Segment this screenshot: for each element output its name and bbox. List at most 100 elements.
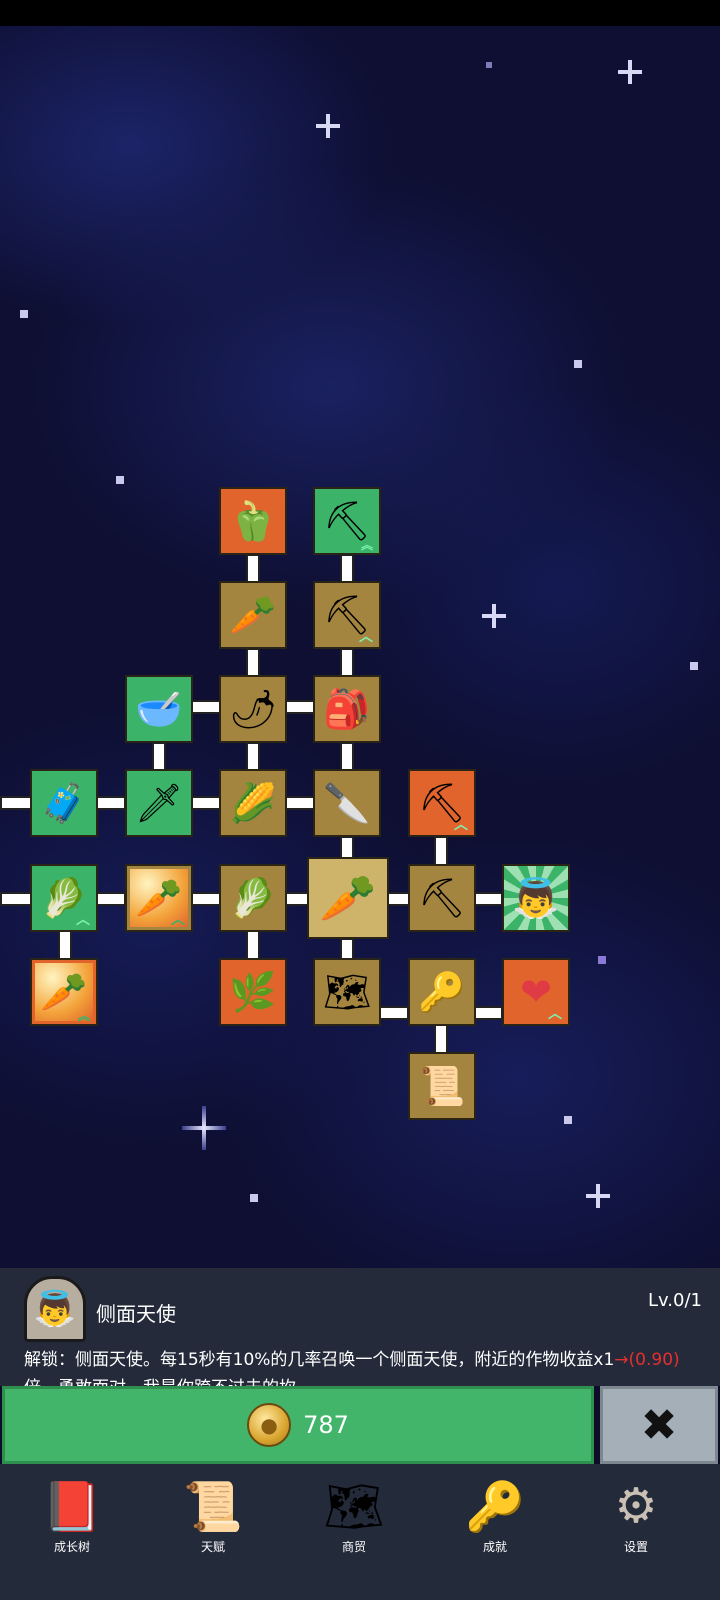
scroll-icon: 📜: [418, 1064, 466, 1108]
star: [690, 662, 698, 670]
chili-icon: 🌶: [228, 687, 278, 731]
double-upgrade-arrow-icon: ︽: [77, 1009, 90, 1023]
map-icon: 🗺: [323, 1478, 385, 1535]
star-sparkle: [182, 1106, 226, 1150]
skill-node-shovel-up[interactable]: ⛏ ︿: [313, 581, 381, 649]
book-icon: 📕: [42, 1478, 102, 1535]
tree-connector: [434, 1024, 448, 1054]
pickaxe-icon: ⛏: [417, 876, 467, 920]
tree-connector: [285, 700, 315, 714]
skill-node-carrot-selected[interactable]: 🥕: [307, 857, 389, 939]
skill-node-pickaxe[interactable]: ⛏: [408, 864, 476, 932]
bottom-navigation: 📕 成长树 📜 天赋 🗺 商贸 🔑 成就 ⚙ 设置: [0, 1464, 720, 1600]
radish-icon: 🥕: [229, 593, 277, 637]
skill-level: Lv.0/1: [648, 1290, 702, 1311]
tree-connector: [386, 892, 410, 906]
upgrade-arrow-icon: ︿: [171, 912, 185, 928]
close-button[interactable]: ✖: [600, 1386, 718, 1464]
tree-connector: [379, 1006, 409, 1020]
tree-connector: [58, 930, 72, 960]
tree-connector: [246, 648, 260, 678]
chest-icon: 🧳: [40, 781, 88, 825]
star: [116, 476, 124, 484]
tree-connector: [191, 700, 221, 714]
map-icon: 🗺: [322, 970, 372, 1014]
bowl-icon: 🥣: [135, 687, 183, 731]
nav-label: 成长树: [53, 1540, 90, 1554]
heart-icon: ❤: [520, 970, 552, 1014]
nav-settings[interactable]: ⚙ 设置: [564, 1464, 708, 1600]
nav-label: 天赋: [200, 1540, 225, 1554]
skill-node-scroll[interactable]: 📜: [408, 1052, 476, 1120]
tree-connector: [191, 892, 221, 906]
tree-connector: [434, 836, 448, 866]
tree-connector: [285, 892, 309, 906]
sword-icon: 🗡: [134, 781, 184, 825]
skill-node-corn[interactable]: 🌽: [219, 769, 287, 837]
parsnip-icon: 🌿: [229, 970, 277, 1014]
coin-icon: ●: [247, 1403, 292, 1447]
tree-connector: [0, 796, 32, 810]
backpack-icon: 🎒: [323, 687, 371, 731]
upgrade-button[interactable]: ● 787: [2, 1386, 594, 1464]
skill-node-cabbage[interactable]: 🥬: [219, 864, 287, 932]
skill-node-chili[interactable]: 🌶: [219, 675, 287, 743]
skill-node-map[interactable]: 🗺: [313, 958, 381, 1026]
tree-connector: [340, 938, 354, 960]
skill-node-carrot-glow[interactable]: 🥕 ︿: [125, 864, 193, 932]
nav-talent[interactable]: 📜 天赋: [141, 1464, 285, 1600]
skill-node-cabbage-up[interactable]: 🥬 ︿: [30, 864, 98, 932]
tree-connector: [246, 930, 260, 960]
tree-connector: [0, 892, 32, 906]
skill-node-shovel-double-up[interactable]: ⛏ ︽: [313, 487, 381, 555]
star: [564, 1116, 572, 1124]
tree-connector: [96, 892, 126, 906]
shovel-icon: ⛏: [322, 499, 372, 543]
key-icon: 🔑: [465, 1478, 525, 1535]
skill-node-heart-up[interactable]: ❤ ︿: [502, 958, 570, 1026]
pepper-icon: 🫑: [229, 499, 277, 543]
skill-description-main: 解锁：侧面天使。每15秒有10%的几率召唤一个侧面天使，附近的作物收益x1: [24, 1350, 615, 1370]
skill-node-bowl[interactable]: 🥣: [125, 675, 193, 743]
tree-connector: [285, 796, 315, 810]
cabbage-icon: 🥬: [229, 876, 277, 920]
skill-description-multiplier: →(0.90): [614, 1350, 680, 1370]
skill-node-pepper[interactable]: 🫑: [219, 487, 287, 555]
skill-node-knife[interactable]: 🔪: [313, 769, 381, 837]
nav-growth-tree[interactable]: 📕 成长树: [0, 1464, 144, 1600]
tree-connector: [473, 1006, 503, 1020]
skill-info-panel: 👼 侧面天使 Lv.0/1 解锁：侧面天使。每15秒有10%的几率召唤一个侧面天…: [0, 1268, 720, 1398]
status-bar: [0, 0, 720, 26]
cabbage-icon: 🥬: [40, 876, 88, 920]
skill-node-backpack[interactable]: 🎒: [313, 675, 381, 743]
skill-node-key[interactable]: 🔑: [408, 958, 476, 1026]
key-icon: 🔑: [418, 970, 466, 1014]
nav-achievements[interactable]: 🔑 成就: [423, 1464, 567, 1600]
tree-connector: [246, 554, 260, 584]
star-sparkle: [482, 604, 506, 628]
tree-connector: [96, 796, 126, 810]
nav-label: 设置: [623, 1540, 648, 1554]
skill-name: 侧面天使: [96, 1302, 176, 1326]
carrot-icon: 🥕: [40, 970, 88, 1014]
shovel-icon: ⛏: [322, 593, 372, 637]
angel-icon: 👼: [512, 876, 560, 920]
skill-node-carrot-double-up[interactable]: 🥕 ︽: [30, 958, 98, 1026]
nav-trade[interactable]: 🗺 商贸: [282, 1464, 426, 1600]
tree-connector: [473, 892, 503, 906]
skill-node-radish[interactable]: 🥕: [219, 581, 287, 649]
star: [486, 62, 492, 68]
skill-node-parsnip[interactable]: 🌿: [219, 958, 287, 1026]
angel-portrait-icon: 👼: [24, 1276, 86, 1342]
knife-icon: 🔪: [323, 781, 371, 825]
skill-node-sword[interactable]: 🗡: [125, 769, 193, 837]
upgrade-cost: 787: [303, 1411, 349, 1439]
skill-node-chest[interactable]: 🧳: [30, 769, 98, 837]
skill-node-pickaxe-up[interactable]: ⛏ ︿: [408, 769, 476, 837]
close-icon: ✖: [640, 1399, 678, 1451]
tree-connector: [340, 742, 354, 772]
tree-connector: [246, 742, 260, 772]
gear-icon: ⚙: [614, 1478, 658, 1534]
skill-node-angel[interactable]: 👼: [502, 864, 570, 932]
scroll-icon: 📜: [183, 1478, 243, 1535]
